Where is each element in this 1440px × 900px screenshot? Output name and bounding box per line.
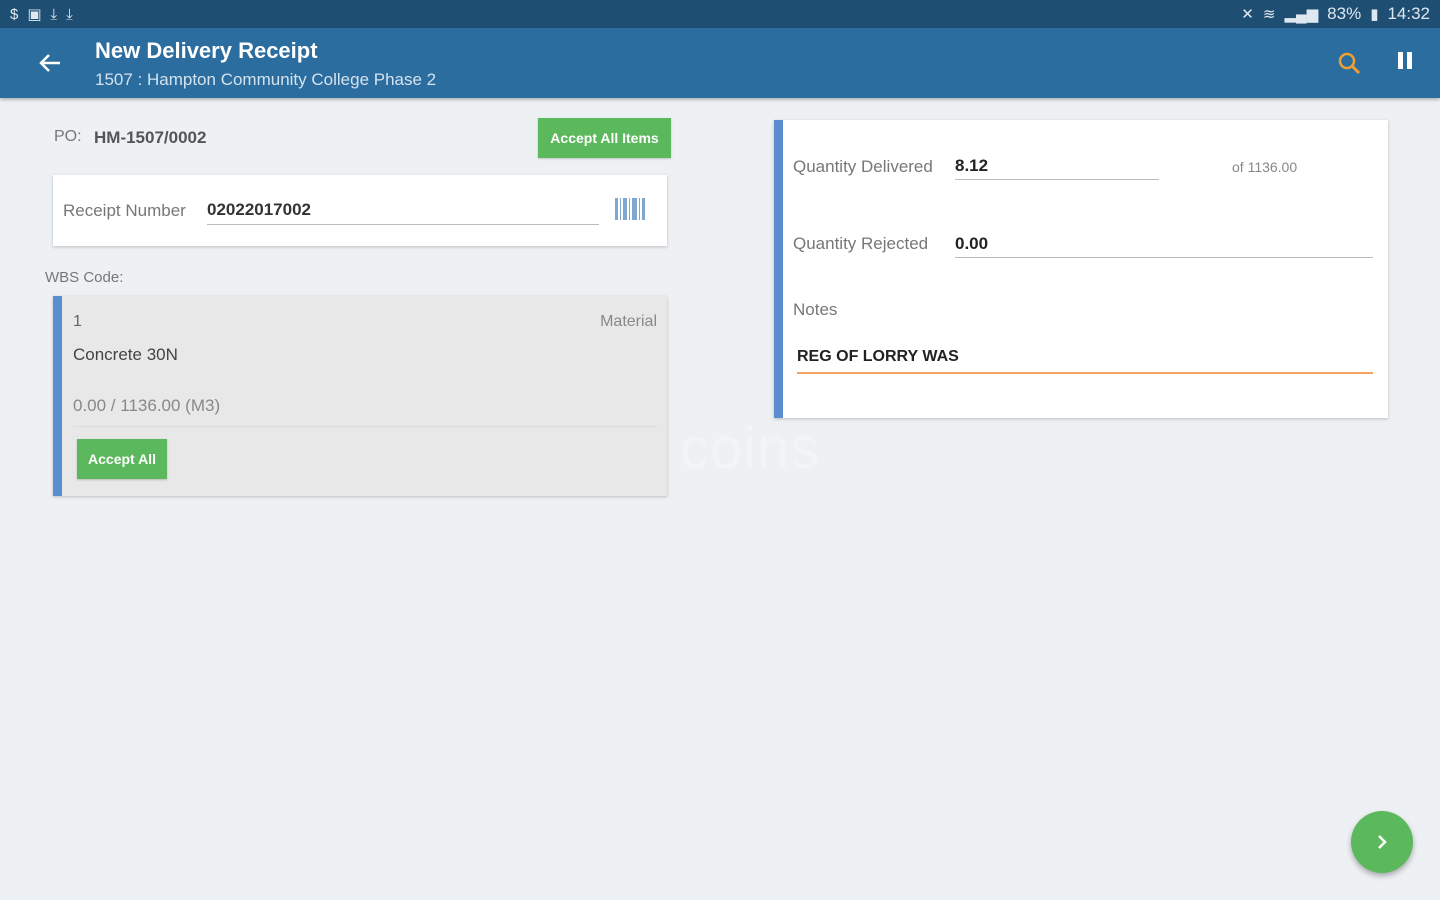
next-button[interactable]	[1351, 811, 1413, 873]
receipt-card: Receipt Number	[53, 175, 667, 246]
status-bar: $ ▣ ⤓ ⤓ ✕ ≋ ▂▄▆ 83% ▮ 14:32	[0, 0, 1440, 28]
divider	[73, 426, 657, 427]
mute-icon: ✕	[1241, 6, 1254, 23]
dollar-icon: $	[10, 5, 19, 23]
receipt-number-field[interactable]	[207, 197, 599, 225]
app-bar: New Delivery Receipt 1507 : Hampton Comm…	[0, 28, 1440, 98]
arrow-left-icon	[39, 54, 60, 72]
chevron-right-icon	[1378, 835, 1387, 849]
search-button[interactable]	[1334, 48, 1366, 80]
wifi-icon: ≋	[1262, 6, 1276, 23]
quantity-delivered-total: of 1136.00	[1232, 159, 1298, 175]
download-icon: ⤓	[66, 5, 73, 23]
wbs-code-label: WBS Code:	[45, 269, 124, 286]
receipt-number-label: Receipt Number	[63, 201, 186, 220]
barcode-icon[interactable]	[615, 198, 646, 220]
line-item-number: 1	[73, 313, 82, 330]
pause-button[interactable]	[1392, 52, 1418, 78]
notes-field[interactable]	[797, 342, 1373, 374]
status-bar-left: $ ▣ ⤓ ⤓	[10, 5, 73, 24]
battery-level: 83%	[1327, 4, 1362, 23]
download-icon: ⤓	[50, 5, 58, 23]
quantity-delivered-label: Quantity Delivered	[793, 157, 933, 176]
po-number: HM-1507/0002	[94, 128, 207, 147]
pause-icon-bar	[1407, 52, 1412, 69]
quantity-rejected-label: Quantity Rejected	[793, 234, 929, 253]
accept-all-items-button[interactable]: Accept All Items	[538, 118, 671, 158]
notes-label: Notes	[793, 300, 838, 319]
quantity-card: Quantity Delivered of 1136.00 Quantity R…	[774, 120, 1388, 418]
search-icon	[1338, 52, 1361, 75]
line-item-type: Material	[600, 313, 657, 330]
quantity-delivered-field[interactable]	[955, 152, 1159, 180]
pause-icon-bar	[1398, 52, 1403, 69]
line-item-description: Concrete 30N	[73, 345, 178, 364]
po-label: PO:	[54, 128, 82, 145]
page-subtitle: 1507 : Hampton Community College Phase 2	[95, 70, 437, 89]
status-bar-right: ✕ ≋ ▂▄▆ 83% ▮ 14:32	[1241, 4, 1430, 24]
line-item-card: 1 Material Concrete 30N 0.00 / 1136.00 (…	[53, 296, 667, 496]
image-icon: ▣	[27, 6, 42, 23]
accept-all-button[interactable]: Accept All	[77, 439, 167, 479]
line-item-quantity: 0.00 / 1136.00 (M3)	[73, 396, 221, 415]
signal-icon: ▂▄▆	[1284, 6, 1319, 23]
quantity-rejected-field[interactable]	[955, 230, 1373, 258]
watermark-logo: coins	[680, 416, 821, 481]
battery-icon: ▮	[1370, 6, 1379, 23]
back-button[interactable]	[30, 46, 70, 80]
page-title: New Delivery Receipt	[95, 38, 318, 63]
status-time: 14:32	[1387, 4, 1430, 23]
